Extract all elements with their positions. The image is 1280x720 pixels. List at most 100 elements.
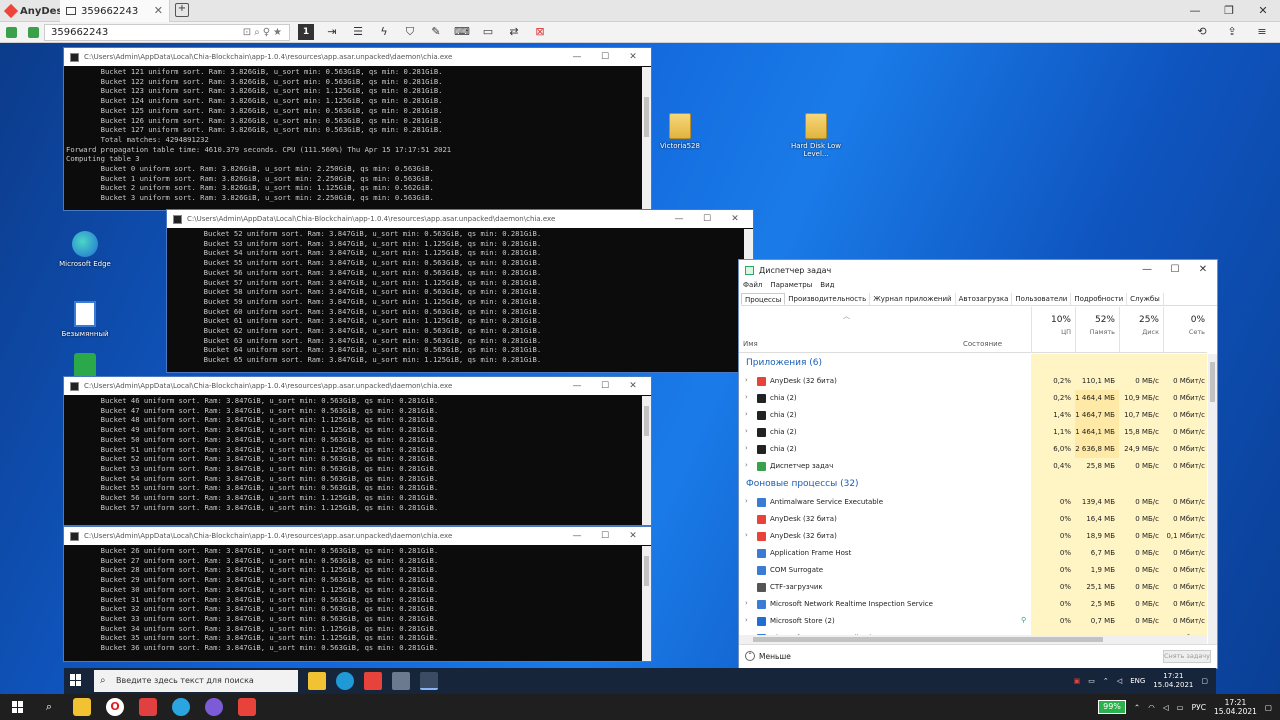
expand-chevron-icon[interactable]: › bbox=[745, 497, 748, 505]
local-clock[interactable]: 17:21 15.04.2021 bbox=[1214, 698, 1257, 716]
scrollbar-thumb[interactable] bbox=[1210, 362, 1215, 402]
close-button[interactable]: ✕ bbox=[1189, 260, 1217, 280]
console-titlebar[interactable]: C:\Users\Admin\AppData\Local\Chia-Blockc… bbox=[64, 527, 651, 545]
minimize-button[interactable]: — bbox=[563, 527, 591, 545]
menu-item-options[interactable]: Параметры bbox=[770, 281, 812, 289]
address-actions-icon[interactable]: ⊡⌕♀★ bbox=[243, 25, 285, 40]
process-group-header[interactable]: Приложения (6) bbox=[739, 354, 1207, 373]
maximize-button[interactable]: ☐ bbox=[591, 377, 619, 395]
desktop-icon-hdd[interactable]: Hard Disk Low Level... bbox=[786, 113, 846, 158]
anydesk-tray-icon[interactable]: ▣ bbox=[1074, 677, 1081, 685]
maximize-button[interactable]: ☐ bbox=[693, 210, 721, 228]
process-row[interactable]: › Диспетчер задач 0,4% 25,8 МБ 0 МБ/с 0 Мбит/… bbox=[739, 458, 1207, 475]
record-icon[interactable]: ⊠ bbox=[532, 24, 548, 40]
tab-startup[interactable]: Автозагрузка bbox=[956, 293, 1013, 305]
export-icon[interactable]: ⇪ bbox=[1224, 24, 1240, 40]
task-manager-titlebar[interactable]: Диспетчер задач — ☐ ✕ bbox=[739, 260, 1217, 280]
maximize-button[interactable]: ❐ bbox=[1212, 0, 1246, 22]
opera-icon[interactable]: O bbox=[106, 698, 124, 716]
expand-chevron-icon[interactable]: › bbox=[745, 376, 748, 384]
console-titlebar[interactable]: C:\Users\Admin\AppData\Local\Chia-Blockc… bbox=[64, 48, 651, 66]
process-row[interactable]: CTF-загрузчик 0% 25,1 МБ 0 МБ/с 0 Мбит/с bbox=[739, 579, 1207, 596]
desktop-icon-untitled[interactable]: Безымянный bbox=[55, 301, 115, 338]
close-button[interactable]: ✕ bbox=[1246, 0, 1280, 22]
console-scrollbar[interactable] bbox=[642, 67, 651, 210]
expand-chevron-icon[interactable]: › bbox=[745, 393, 748, 401]
column-memory[interactable]: 52% Память bbox=[1075, 307, 1119, 353]
scrollbar-thumb[interactable] bbox=[644, 556, 649, 586]
network-icon[interactable]: ▭ bbox=[1088, 677, 1095, 685]
remote-clock[interactable]: 17:21 15.04.2021 bbox=[1153, 672, 1193, 690]
console-icon[interactable] bbox=[392, 672, 410, 690]
maximize-button[interactable]: ☐ bbox=[591, 48, 619, 66]
permissions-icon[interactable]: ✎ bbox=[428, 24, 444, 40]
console-titlebar[interactable]: C:\Users\Admin\AppData\Local\Chia-Blockc… bbox=[64, 377, 651, 395]
explorer-icon[interactable] bbox=[73, 698, 91, 716]
process-row[interactable]: › Antimalware Service Executable 0% 139,4 М… bbox=[739, 494, 1207, 511]
taskmgr-icon[interactable] bbox=[420, 672, 438, 690]
privacy-icon[interactable]: ⛉ bbox=[402, 24, 418, 40]
console-window-4[interactable]: C:\Users\Admin\AppData\Local\Chia-Blockc… bbox=[63, 526, 652, 662]
file-transfer-icon[interactable]: ⇄ bbox=[506, 24, 522, 40]
process-group-header[interactable]: Фоновые процессы (32) bbox=[739, 475, 1207, 494]
session-tab[interactable]: 359662243 ✕ bbox=[60, 0, 170, 22]
console-titlebar[interactable]: C:\Users\Admin\AppData\Local\Chia-Blockc… bbox=[167, 210, 753, 228]
process-row[interactable]: › chia (2) 0,2% 1 464,4 МБ 10,9 МБ/с 0 Мбит/с bbox=[739, 390, 1207, 407]
close-button[interactable]: ✕ bbox=[619, 48, 647, 66]
battery-indicator[interactable]: 99% bbox=[1098, 700, 1126, 714]
desktop-icon-edge[interactable]: Microsoft Edge bbox=[55, 231, 115, 268]
menu-icon[interactable]: ≡ bbox=[1254, 24, 1270, 40]
explorer-icon[interactable] bbox=[308, 672, 326, 690]
scrollbar-thumb[interactable] bbox=[644, 97, 649, 137]
chat-icon[interactable]: ☰ bbox=[350, 24, 366, 40]
tab-services[interactable]: Службы bbox=[1127, 293, 1164, 305]
minimize-button[interactable]: — bbox=[563, 377, 591, 395]
monitor-select-icon[interactable]: 1 bbox=[298, 24, 314, 40]
search-icon[interactable]: ⌕ bbox=[40, 698, 58, 716]
end-task-button[interactable]: Снять задачу bbox=[1163, 650, 1211, 663]
process-row[interactable]: Application Frame Host 0% 6,7 МБ 0 МБ/с 0 Мб… bbox=[739, 545, 1207, 562]
column-disk[interactable]: 25% Диск bbox=[1119, 307, 1163, 353]
console-window-3[interactable]: C:\Users\Admin\AppData\Local\Chia-Blockc… bbox=[63, 376, 652, 526]
close-button[interactable]: ✕ bbox=[619, 377, 647, 395]
tab-performance[interactable]: Производительность bbox=[785, 293, 871, 305]
local-lang[interactable]: РУС bbox=[1192, 703, 1206, 712]
process-list-scrollbar[interactable] bbox=[1208, 354, 1217, 644]
process-row[interactable]: AnyDesk (32 бита) 0% 16,4 МБ 0 МБ/с 0 Мбит/с bbox=[739, 511, 1207, 528]
maximize-button[interactable]: ☐ bbox=[1161, 260, 1189, 280]
column-network[interactable]: 0% Сеть bbox=[1163, 307, 1209, 353]
tab-processes[interactable]: Процессы bbox=[741, 293, 786, 305]
expand-chevron-icon[interactable]: › bbox=[745, 444, 748, 452]
display-icon[interactable]: ▭ bbox=[480, 24, 496, 40]
switch-sides-icon[interactable]: ⇥ bbox=[324, 24, 340, 40]
start-icon[interactable] bbox=[70, 674, 82, 686]
fewer-details-button[interactable]: ⌃ Меньше bbox=[745, 651, 791, 661]
notifications-icon[interactable]: ▢ bbox=[1265, 703, 1272, 712]
start-icon[interactable] bbox=[12, 701, 24, 713]
wifi-icon[interactable]: ◠ bbox=[1148, 703, 1155, 712]
expand-chevron-icon[interactable]: › bbox=[745, 616, 748, 624]
close-button[interactable]: ✕ bbox=[721, 210, 749, 228]
process-row[interactable]: COM Surrogate 0% 1,9 МБ 0 МБ/с 0 Мбит/с bbox=[739, 562, 1207, 579]
new-tab-button[interactable]: + bbox=[175, 3, 189, 17]
volume-icon[interactable]: ◁ bbox=[1163, 703, 1169, 712]
task-manager-window[interactable]: Диспетчер задач — ☐ ✕ Файл Параметры Вид… bbox=[738, 259, 1218, 669]
minimize-button[interactable]: — bbox=[563, 48, 591, 66]
volume-icon[interactable]: ◁ bbox=[1117, 677, 1122, 685]
console-scrollbar[interactable] bbox=[642, 546, 651, 661]
column-name[interactable]: Имя bbox=[743, 340, 758, 348]
search-box[interactable]: ⌕ Введите здесь текст для поиска bbox=[94, 670, 298, 692]
process-row[interactable]: › Microsoft Network Realtime Inspection S… bbox=[739, 596, 1207, 613]
viber-icon[interactable] bbox=[205, 698, 223, 716]
menu-item-file[interactable]: Файл bbox=[743, 281, 762, 289]
history-icon[interactable]: ⟲ bbox=[1194, 24, 1210, 40]
expand-chevron-icon[interactable]: › bbox=[745, 461, 748, 469]
scrollbar-thumb[interactable] bbox=[753, 637, 1103, 642]
notifications-icon[interactable]: ▢ bbox=[1201, 677, 1208, 685]
battery-icon[interactable]: ▭ bbox=[1177, 703, 1184, 712]
actions-icon[interactable]: ϟ bbox=[376, 24, 392, 40]
process-row[interactable]: › AnyDesk (32 бита) 0% 18,9 МБ 0 МБ/с 0,1 Мби… bbox=[739, 528, 1207, 545]
console-scrollbar[interactable] bbox=[642, 396, 651, 525]
console-window-2[interactable]: C:\Users\Admin\AppData\Local\Chia-Blockc… bbox=[166, 209, 754, 373]
minimize-button[interactable]: — bbox=[1178, 0, 1212, 22]
